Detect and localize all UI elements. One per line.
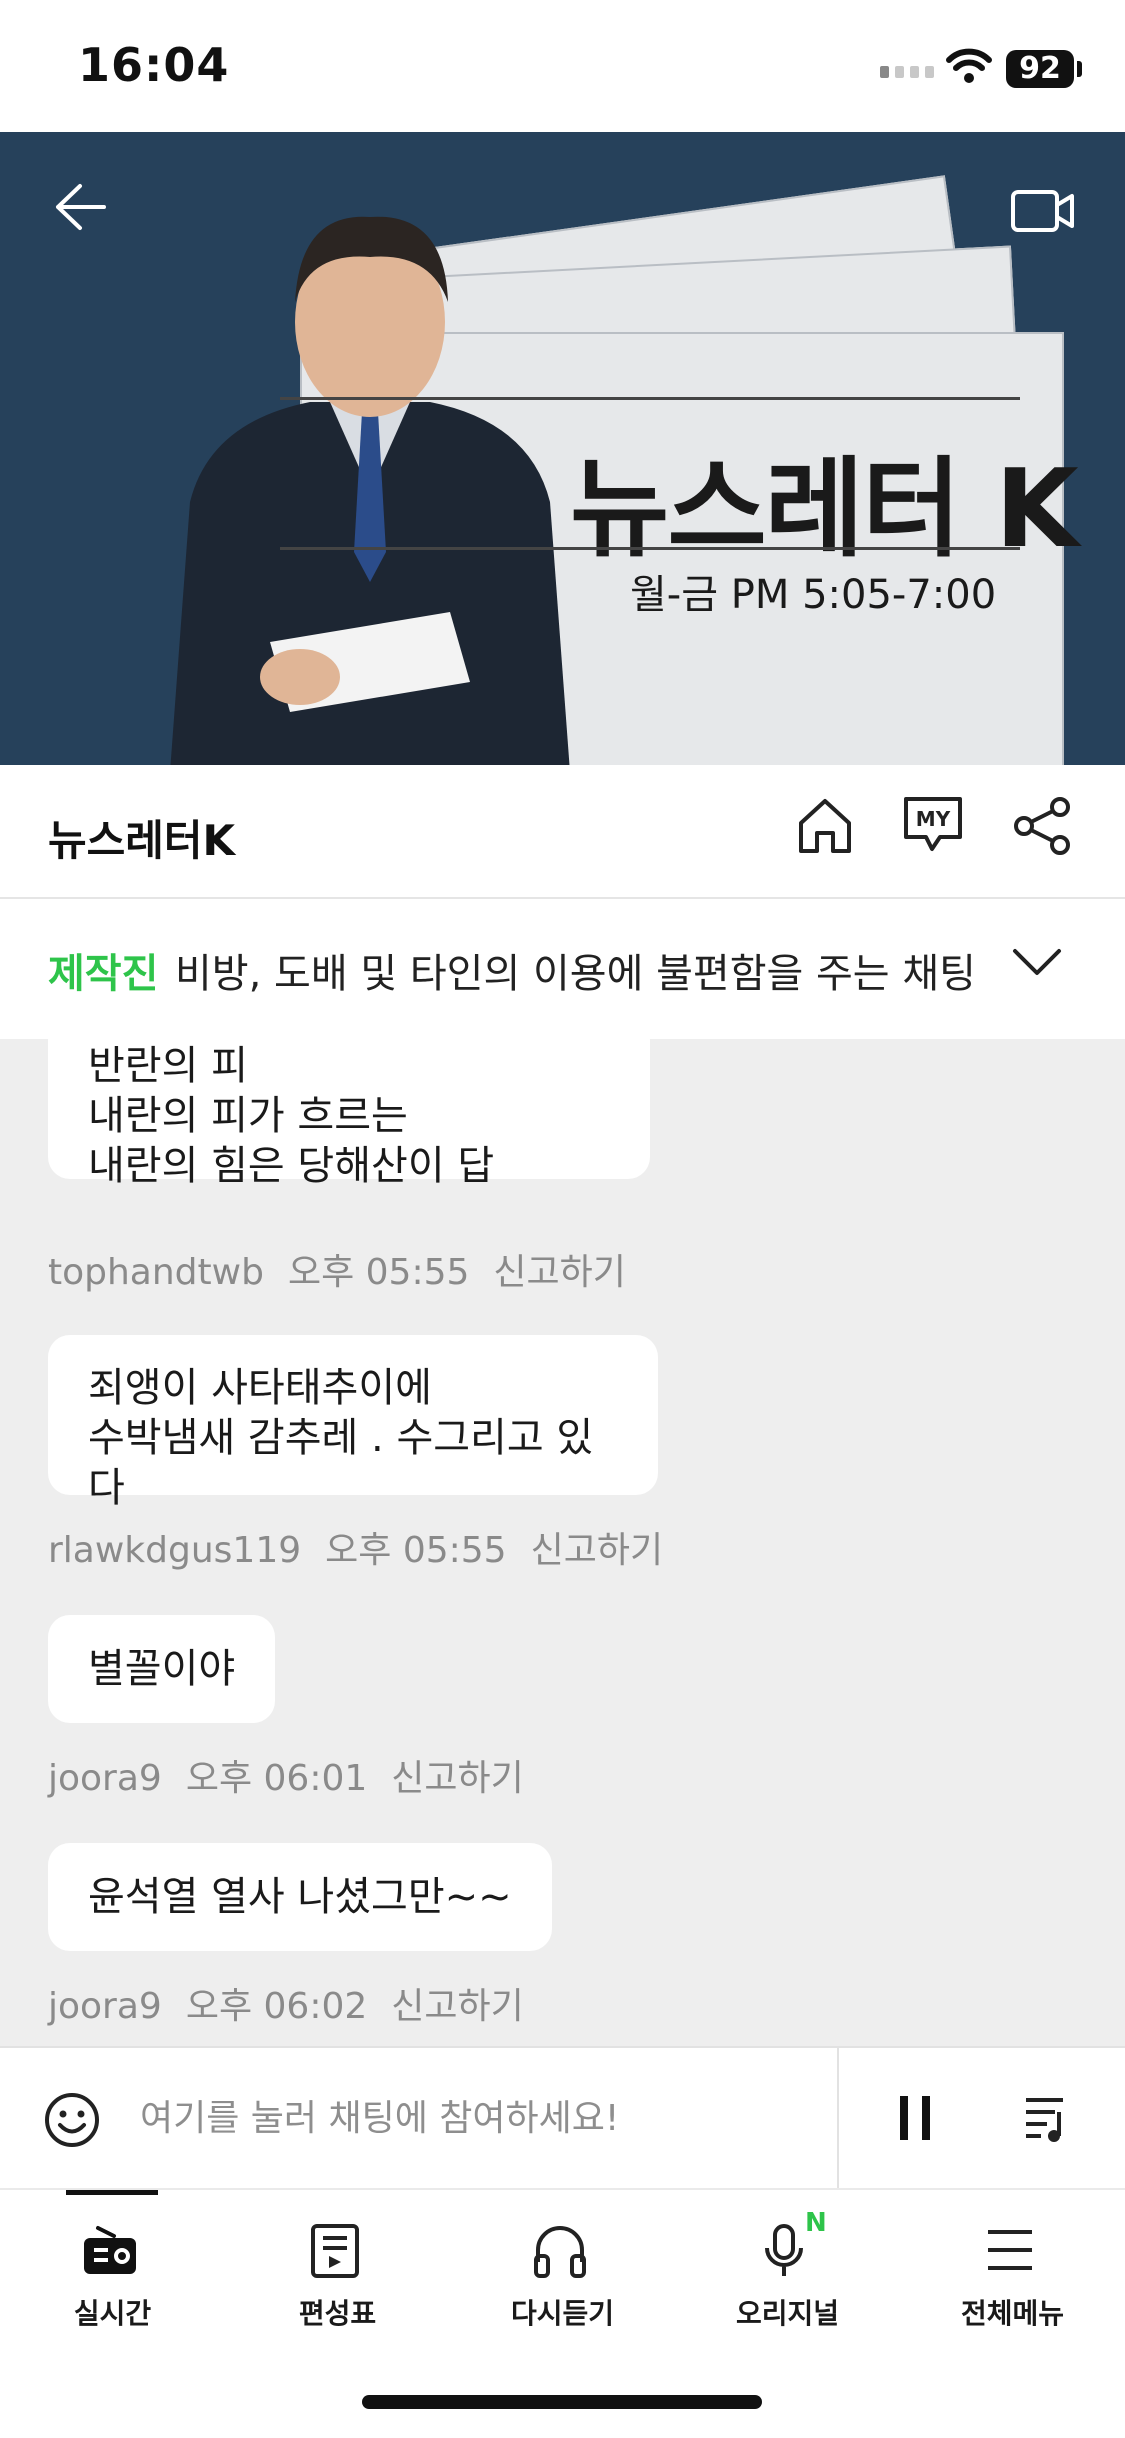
message-meta: joora9 오후 06:01 신고하기 bbox=[48, 1749, 548, 1801]
notice-text: 비방, 도배 및 타인의 이용에 불편함을 주는 채팅 bbox=[175, 951, 976, 997]
banner-rule bbox=[280, 397, 1020, 400]
chat-bubble: 별꼴이야 bbox=[48, 1615, 276, 1723]
radio-icon bbox=[84, 2226, 136, 2274]
message-username: tophandtwb bbox=[48, 1252, 264, 1293]
chat-input[interactable] bbox=[140, 2078, 800, 2158]
home-icon[interactable] bbox=[795, 795, 855, 857]
message-time: 오후 06:02 bbox=[185, 1986, 368, 2027]
message-time: 오후 05:55 bbox=[325, 1530, 507, 1571]
nav-label: 편성표 bbox=[298, 2297, 377, 2330]
status-time: 16:04 bbox=[78, 38, 230, 92]
schedule-icon bbox=[311, 2224, 359, 2278]
nav-item-replay[interactable]: 다시듣기 bbox=[450, 2190, 675, 2340]
chat-bubble: 죄앵이 사타태추이에 수박냄새 감추레 . 수그리고 있다 bbox=[48, 1335, 658, 1511]
share-icon[interactable] bbox=[1012, 795, 1074, 857]
cellular-signal-icon bbox=[880, 66, 934, 78]
message-line: 반란의 피 bbox=[88, 1043, 248, 1089]
nav-item-original[interactable]: N 오리지널 bbox=[675, 2190, 900, 2340]
emoji-icon[interactable] bbox=[44, 2092, 100, 2148]
report-link[interactable]: 신고하기 bbox=[531, 1530, 663, 1571]
message-line: 윤석열 열사 나셨그만~~ bbox=[88, 1874, 512, 1920]
chat-input-bar bbox=[0, 2046, 1125, 2190]
message-meta: rlawkdgus119 오후 05:55 신고하기 bbox=[48, 1521, 687, 1573]
notice-label: 제작진 bbox=[48, 951, 159, 997]
message-time: 오후 05:55 bbox=[287, 1252, 470, 1293]
message-line: 내란의 피가 흐르는 bbox=[88, 1093, 408, 1139]
back-arrow-icon[interactable] bbox=[52, 182, 108, 232]
message-username: joora9 bbox=[48, 1986, 162, 2027]
nav-label: 다시듣기 bbox=[510, 2297, 615, 2330]
chat-bubble: 반란의 피 내란의 피가 흐르는 내란의 힘은 당해산이 답 bbox=[48, 1039, 650, 1189]
anchor-portrait bbox=[170, 216, 570, 765]
report-link[interactable]: 신고하기 bbox=[493, 1252, 625, 1293]
home-indicator[interactable] bbox=[362, 2395, 762, 2409]
nav-label: 실시간 bbox=[73, 2297, 152, 2330]
nav-item-schedule[interactable]: 편성표 bbox=[225, 2190, 450, 2340]
chat-bubble: 윤석열 열사 나셨그만~~ bbox=[48, 1843, 552, 1951]
playlist-icon[interactable] bbox=[1023, 2094, 1071, 2144]
banner-rule bbox=[280, 547, 1020, 550]
my-icon[interactable]: MY bbox=[902, 793, 964, 855]
chat-notice-bar[interactable]: 제작진 비방, 도배 및 타인의 이용에 불편함을 주는 채팅 bbox=[0, 899, 1125, 1039]
status-bar: 16:04 92 bbox=[0, 0, 1125, 132]
banner-schedule: 월-금 PM 5:05-7:00 bbox=[630, 572, 997, 618]
message-meta: joora9 오후 06:02 신고하기 bbox=[48, 1977, 548, 2029]
pause-icon[interactable] bbox=[896, 2092, 936, 2144]
report-link[interactable]: 신고하기 bbox=[391, 1986, 523, 2027]
message-line: 수박냄새 감추레 . 수그리고 있다 bbox=[88, 1415, 594, 1511]
wifi-icon bbox=[946, 48, 992, 83]
program-banner: 뉴스레터 K 월-금 PM 5:05-7:00 bbox=[0, 132, 1125, 765]
message-line: 죄앵이 사타태추이에 bbox=[88, 1365, 432, 1411]
nav-item-menu[interactable]: 전체메뉴 bbox=[900, 2190, 1125, 2340]
menu-icon bbox=[988, 2230, 1032, 2270]
divider bbox=[837, 2048, 839, 2190]
program-title: 뉴스레터K bbox=[48, 816, 236, 865]
banner-title: 뉴스레터 K bbox=[570, 447, 1079, 572]
chat-area[interactable]: 반란의 피 내란의 피가 흐르는 내란의 힘은 당해산이 답 tophandtw… bbox=[0, 1039, 1125, 2046]
report-link[interactable]: 신고하기 bbox=[391, 1758, 523, 1799]
nav-item-live[interactable]: 실시간 bbox=[0, 2190, 225, 2340]
nav-label: 오리지널 bbox=[735, 2297, 840, 2330]
program-bar: 뉴스레터K MY bbox=[0, 765, 1125, 899]
message-time: 오후 06:01 bbox=[185, 1758, 368, 1799]
svg-text:MY: MY bbox=[916, 807, 951, 831]
battery-tip bbox=[1077, 61, 1082, 77]
video-icon[interactable] bbox=[1010, 187, 1076, 235]
message-username: rlawkdgus119 bbox=[48, 1530, 302, 1571]
message-line: 별꼴이야 bbox=[88, 1646, 236, 1692]
nav-label: 전체메뉴 bbox=[960, 2297, 1065, 2330]
message-meta: tophandtwb 오후 05:55 신고하기 bbox=[48, 1243, 650, 1295]
new-badge: N bbox=[805, 2208, 827, 2238]
headphones-icon bbox=[534, 2226, 586, 2278]
battery-indicator: 92 bbox=[1006, 50, 1074, 88]
message-line: 내란의 힘은 당해산이 답 bbox=[88, 1143, 495, 1189]
chevron-down-icon[interactable] bbox=[1012, 947, 1062, 977]
message-username: joora9 bbox=[48, 1758, 162, 1799]
